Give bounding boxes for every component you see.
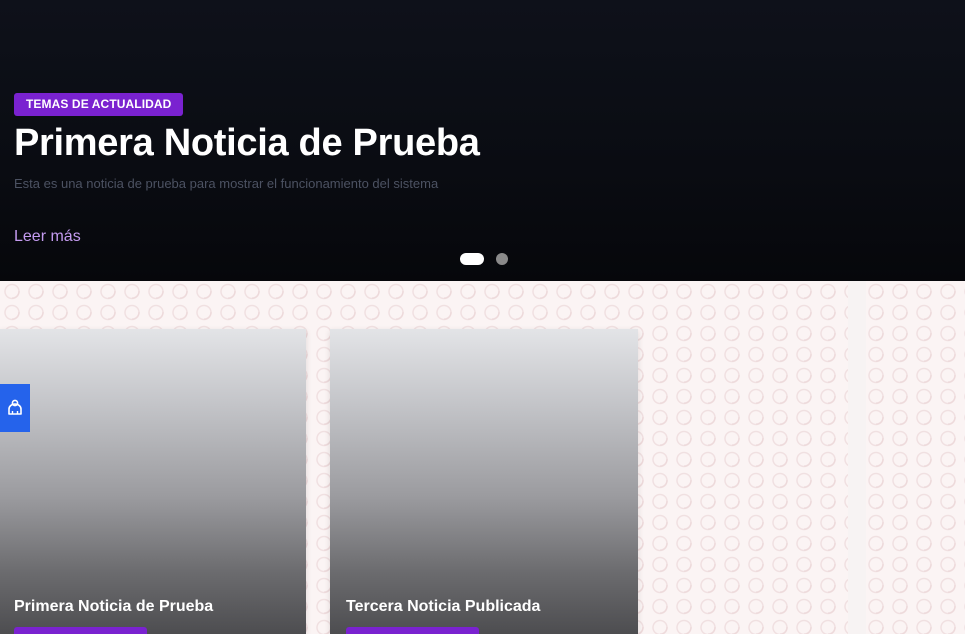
read-more-link[interactable]: Leer más: [14, 228, 81, 246]
pattern-divider: [848, 281, 866, 634]
card-category-badge[interactable]: [346, 627, 479, 634]
accessibility-button[interactable]: [0, 384, 30, 432]
card-title: Tercera Noticia Publicada: [346, 598, 541, 615]
hero-title: Primera Noticia de Prueba: [14, 122, 480, 164]
slider-dots: [460, 253, 508, 265]
accessibility-icon: [8, 399, 22, 415]
card-title: Primera Noticia de Prueba: [14, 598, 214, 615]
news-card[interactable]: Tercera Noticia Publicada: [330, 329, 638, 634]
hero-slider: TEMAS DE ACTUALIDAD Primera Noticia de P…: [0, 0, 965, 281]
news-card[interactable]: Primera Noticia de Prueba: [0, 329, 306, 634]
slider-dot-1[interactable]: [460, 253, 484, 265]
slider-dot-2[interactable]: [496, 253, 508, 265]
hero-description: Esta es una noticia de prueba para mostr…: [14, 176, 439, 191]
category-badge[interactable]: TEMAS DE ACTUALIDAD: [14, 93, 184, 116]
card-category-badge[interactable]: [14, 627, 147, 634]
